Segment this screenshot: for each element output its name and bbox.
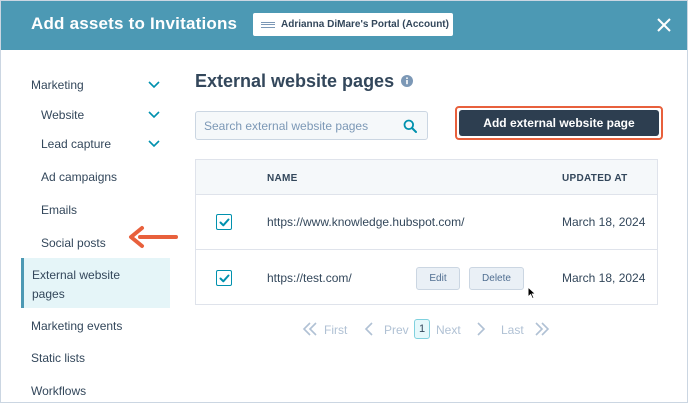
sidebar-item-lead-capture[interactable]: Lead capture bbox=[41, 137, 111, 151]
sidebar-item-workflows[interactable]: Workflows bbox=[31, 384, 86, 398]
double-chevron-left-icon[interactable] bbox=[302, 322, 318, 336]
column-header-updated-at[interactable]: UPDATED AT bbox=[562, 173, 628, 184]
sidebar-item-external-website-pages[interactable]: External website bbox=[32, 268, 120, 282]
account-badge: Adrianna DiMare's Portal (Account) bbox=[253, 13, 453, 36]
pagination-next[interactable]: Next bbox=[436, 323, 461, 337]
pagination-last[interactable]: Last bbox=[501, 323, 524, 337]
sidebar-item-marketing[interactable]: Marketing bbox=[31, 78, 84, 92]
edit-button[interactable]: Edit bbox=[416, 267, 460, 290]
info-icon[interactable] bbox=[401, 75, 413, 87]
sidebar-item-external-website-pages-line2[interactable]: pages bbox=[32, 287, 65, 301]
pagination-first[interactable]: First bbox=[324, 323, 347, 337]
pagination-current-page[interactable]: 1 bbox=[414, 319, 430, 339]
table-header: NAME UPDATED AT bbox=[196, 160, 657, 195]
checkmark-icon bbox=[219, 218, 229, 226]
add-external-website-page-button[interactable]: Add external website page bbox=[459, 110, 659, 136]
updated-at: March 18, 2024 bbox=[562, 215, 646, 229]
pagination-prev[interactable]: Prev bbox=[384, 323, 409, 337]
sidebar-item-marketing-events[interactable]: Marketing events bbox=[31, 319, 122, 333]
table-row[interactable]: https://test.com/ Edit Delete March 18, … bbox=[196, 251, 657, 306]
close-button[interactable] bbox=[653, 14, 675, 36]
modal: Add assets to Invitations Adrianna DiMar… bbox=[0, 0, 688, 403]
page-url[interactable]: https://www.knowledge.hubspot.com/ bbox=[267, 215, 464, 229]
search-input[interactable] bbox=[196, 112, 396, 139]
column-header-name[interactable]: NAME bbox=[267, 173, 298, 184]
mouse-cursor-icon bbox=[527, 286, 537, 300]
delete-button[interactable]: Delete bbox=[469, 267, 524, 290]
table-row[interactable]: https://www.knowledge.hubspot.com/ March… bbox=[196, 195, 657, 250]
page-title: External website pages bbox=[195, 71, 395, 91]
sidebar-item-social-posts[interactable]: Social posts bbox=[41, 236, 106, 250]
modal-title: Add assets to Invitations bbox=[31, 14, 238, 33]
chevron-down-icon[interactable] bbox=[148, 111, 160, 119]
search-box bbox=[195, 111, 428, 140]
chevron-left-icon[interactable] bbox=[364, 322, 374, 336]
sidebar-item-ad-campaigns[interactable]: Ad campaigns bbox=[41, 170, 117, 184]
row-checkbox[interactable] bbox=[216, 214, 232, 230]
checkmark-icon bbox=[219, 274, 229, 282]
sidebar-item-emails[interactable]: Emails bbox=[41, 203, 77, 217]
sidebar-item-website[interactable]: Website bbox=[41, 108, 84, 122]
pages-table: NAME UPDATED AT https://www.knowledge.hu… bbox=[195, 159, 658, 305]
chevron-down-icon[interactable] bbox=[148, 140, 160, 148]
updated-at: March 18, 2024 bbox=[562, 271, 646, 285]
chevron-right-icon[interactable] bbox=[476, 322, 486, 336]
modal-header: Add assets to Invitations Adrianna DiMar… bbox=[1, 1, 687, 50]
close-icon bbox=[657, 18, 671, 32]
search-icon[interactable] bbox=[403, 119, 417, 133]
account-name: Adrianna DiMare's Portal (Account) bbox=[281, 19, 449, 30]
chevron-down-icon[interactable] bbox=[148, 81, 160, 89]
annotation-arrow-icon bbox=[129, 226, 178, 248]
row-checkbox[interactable] bbox=[216, 270, 232, 286]
page-url[interactable]: https://test.com/ bbox=[267, 271, 352, 285]
account-logo-icon bbox=[261, 21, 275, 28]
double-chevron-right-icon[interactable] bbox=[534, 322, 550, 336]
sidebar-item-static-lists[interactable]: Static lists bbox=[31, 351, 85, 365]
